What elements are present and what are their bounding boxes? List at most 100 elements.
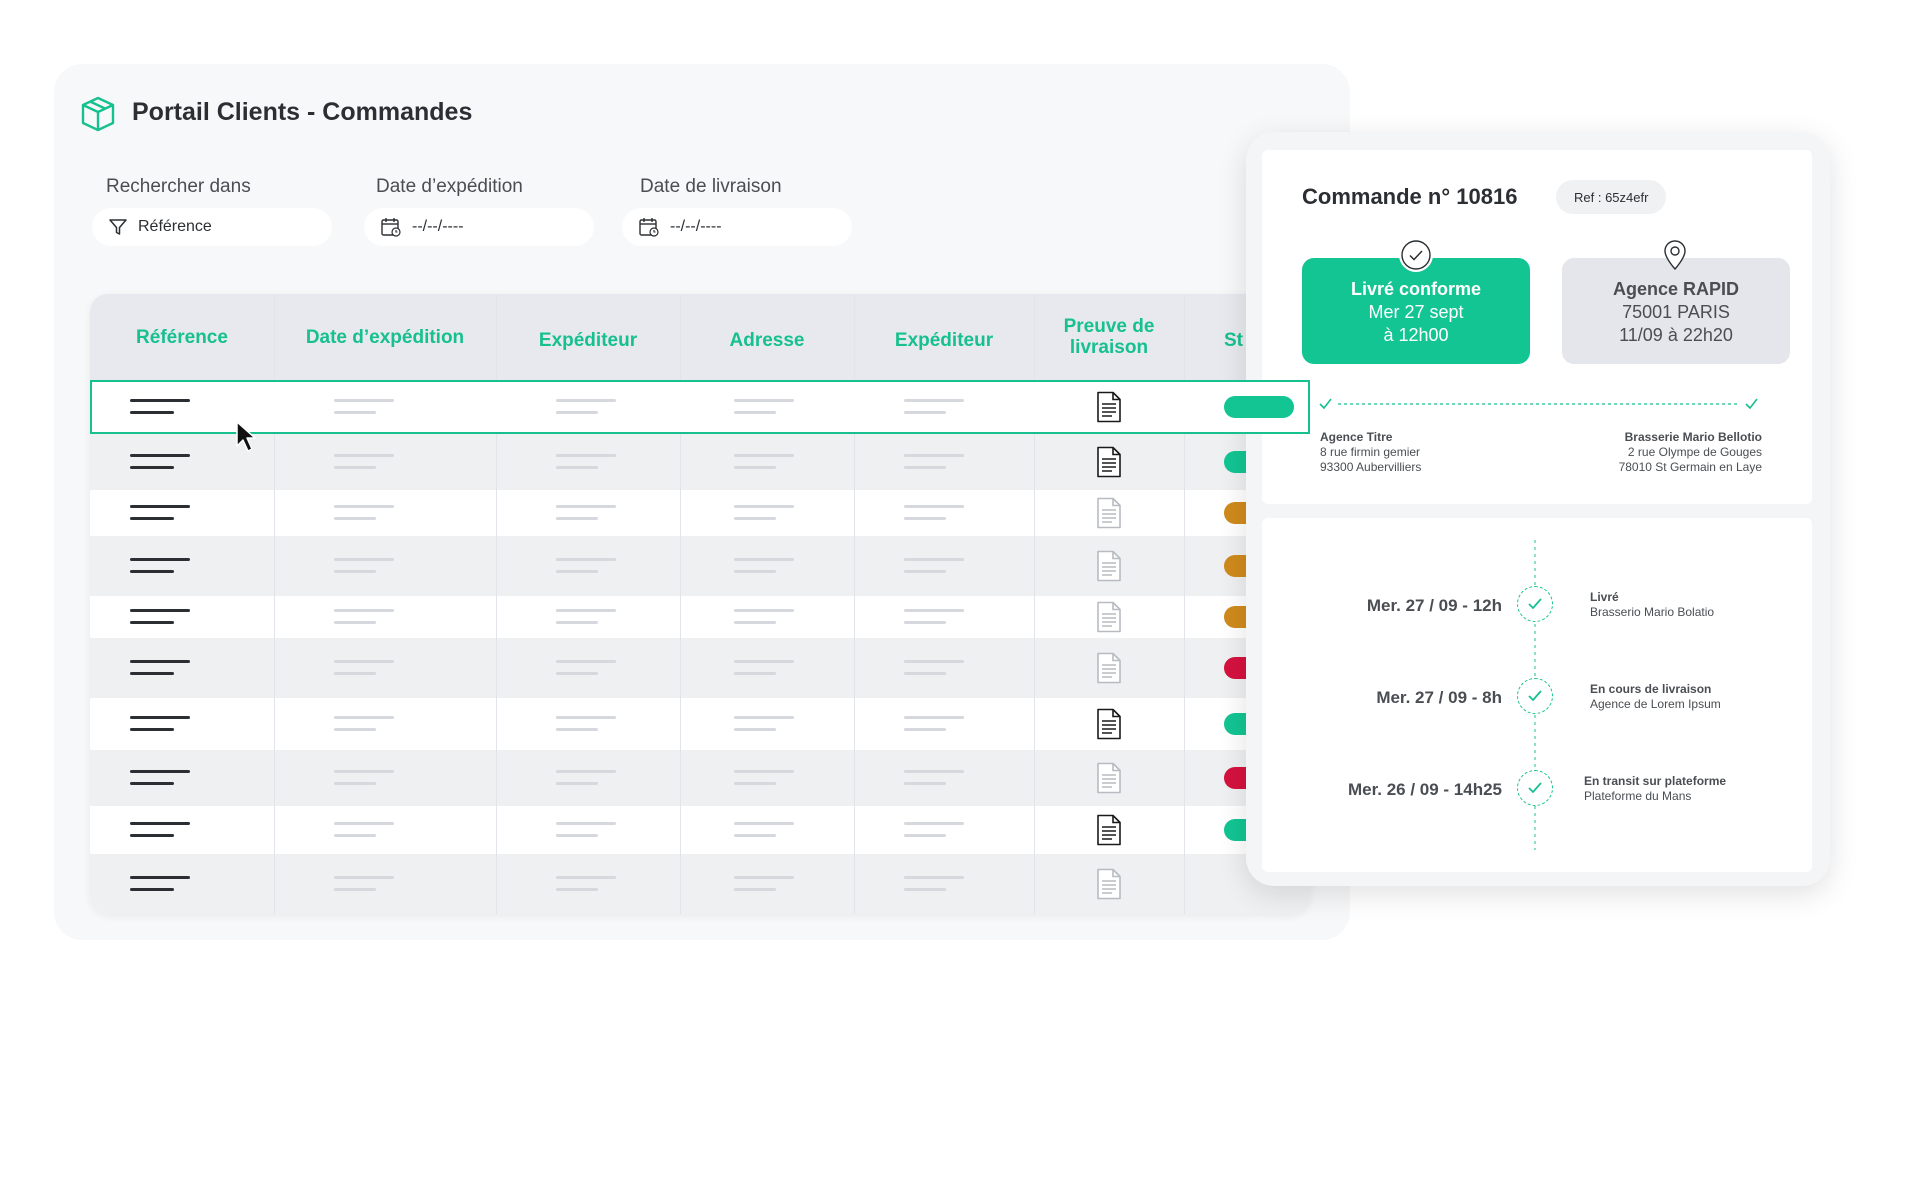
cell-placeholder [904,621,946,624]
table-row[interactable] [90,806,1310,854]
reference-placeholder [130,728,174,731]
delivery-date-value: --/--/---- [670,218,722,235]
check-icon [1517,770,1553,806]
reference-placeholder [130,621,174,624]
table-header: Référence Date d’expédition Expéditeur A… [90,294,1310,380]
calendar-icon [639,218,659,237]
filter-search-label: Rechercher dans [106,176,251,197]
destination-city: 78010 St Germain en Laye [1618,460,1762,474]
reference-placeholder [130,716,190,719]
table-row[interactable] [90,854,1310,914]
table-row[interactable] [90,536,1310,596]
route-line [1319,398,1758,410]
destination-street: 2 rue Olympe de Gouges [1627,445,1762,459]
cell-placeholder [734,621,776,624]
reference-placeholder [130,672,174,675]
table-row[interactable] [90,490,1310,536]
agency-datetime: 11/09 à 22h20 [1619,325,1733,345]
cell-placeholder [334,621,376,624]
column-header-sender[interactable]: Expéditeur [496,294,680,380]
status-badge [1224,396,1294,418]
timeline-status-place: Agence de Lorem Ipsum [1590,697,1721,711]
cell-placeholder [734,728,776,731]
cell-placeholder [734,672,776,675]
cell-placeholder [904,558,964,561]
order-title: Commande n° 10816 [1302,184,1518,209]
cell-placeholder [904,660,964,663]
shipping-date-input[interactable]: --/--/---- [364,208,594,246]
order-detail-panel: Commande n° 10816 Ref : 65z4efr Livré co… [1246,132,1830,886]
delivery-proof-document-icon [1097,497,1121,529]
cell-placeholder [904,782,946,785]
cell-placeholder [734,517,776,520]
delivery-proof-document-icon[interactable] [1096,446,1122,478]
cell-placeholder [904,609,964,612]
cell-placeholder [556,399,616,402]
cell-placeholder [556,621,598,624]
cell-placeholder [904,672,946,675]
check-icon [1517,586,1553,622]
column-header-shipping-date[interactable]: Date d’expédition [274,294,496,380]
cell-placeholder [556,466,598,469]
delivery-proof-document-icon [1097,601,1121,633]
column-header-sender-2[interactable]: Expéditeur [854,294,1034,380]
cell-placeholder [734,505,794,508]
cell-placeholder [904,570,946,573]
delivery-proof-document-icon[interactable] [1096,708,1122,740]
cell-placeholder [734,660,794,663]
cell-placeholder [556,822,616,825]
cell-placeholder [334,517,376,520]
table-row[interactable] [90,750,1310,806]
timeline-status-label: Livré [1590,590,1619,604]
reference-placeholder [130,570,174,573]
cell-placeholder [734,716,794,719]
reference-placeholder [130,834,174,837]
cell-placeholder [734,822,794,825]
table-row[interactable] [90,596,1310,638]
search-field-value: Référence [138,218,212,235]
timeline-status: En cours de livraison Agence de Lorem Ip… [1590,682,1721,712]
cell-placeholder [904,770,964,773]
table-row[interactable] [90,380,1310,434]
column-header-delivery-proof[interactable]: Preuve de livraison [1034,294,1184,380]
table-row[interactable] [90,434,1310,490]
cell-placeholder [556,888,598,891]
cell-placeholder [334,716,394,719]
delivery-date-input[interactable]: --/--/---- [622,208,852,246]
cell-placeholder [334,888,376,891]
cell-placeholder [904,505,964,508]
delivery-proof-document-icon [1097,550,1121,582]
cell-placeholder [334,782,376,785]
timeline-date: Mer. 27 / 09 - 12h [1366,596,1502,615]
delivery-proof-document-icon [1097,652,1121,684]
page-title: Portail Clients - Commandes [132,98,473,126]
delivered-date: Mer 27 sept [1368,302,1464,322]
cell-placeholder [556,876,616,879]
cell-placeholder [904,466,946,469]
timeline-date: Mer. 26 / 09 - 14h25 [1347,780,1502,799]
cell-placeholder [556,570,598,573]
filter-icon [109,219,127,235]
agency-name: Agence RAPID [1612,279,1740,299]
orders-portal: Portail Clients - Commandes Rechercher d… [54,64,1350,940]
table-row[interactable] [90,638,1310,698]
timeline-status-place: Plateforme du Mans [1584,789,1692,803]
cell-placeholder [734,454,794,457]
delivery-proof-document-icon[interactable] [1096,814,1122,846]
reference-placeholder [130,822,190,825]
cell-placeholder [556,770,616,773]
reference-placeholder [130,770,190,773]
cell-placeholder [556,505,616,508]
column-header-reference[interactable]: Référence [90,294,274,380]
delivery-proof-document-icon[interactable] [1096,391,1122,423]
search-field-select[interactable]: Référence [92,208,332,246]
delivered-time: à 12h00 [1383,325,1449,345]
tracking-timeline: Mer. 27 / 09 - 12h Livré Brasserio Mario… [1262,518,1812,872]
column-header-address[interactable]: Adresse [680,294,854,380]
reference-placeholder [130,411,174,414]
cell-placeholder [734,876,794,879]
cell-placeholder [334,505,394,508]
table-row[interactable] [90,698,1310,750]
agency-status-card: Agence RAPID 75001 PARIS 11/09 à 22h20 [1562,258,1790,364]
cell-placeholder [904,716,964,719]
